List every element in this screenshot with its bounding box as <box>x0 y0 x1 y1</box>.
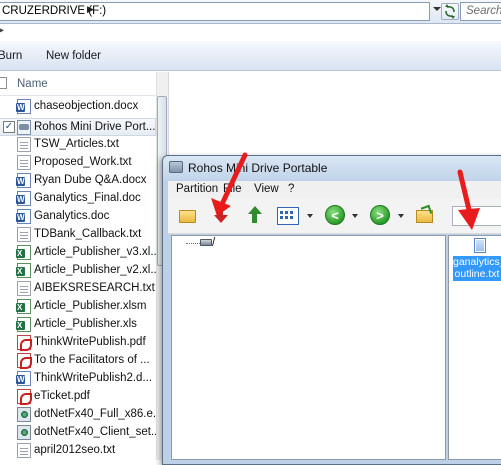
file-name: Rohos Mini Drive Port... <box>34 121 156 133</box>
text-file-icon[interactable] <box>474 238 486 253</box>
folder-refresh-icon[interactable] <box>415 206 433 224</box>
file-name: dotNetFx40_Full_x86.e... <box>34 408 163 420</box>
pdf-file-icon <box>17 389 32 405</box>
column-header[interactable]: Name <box>0 72 156 96</box>
file-row[interactable]: Ganalytics_Final.doc <box>0 190 156 208</box>
file-name: Article_Publisher.xls <box>34 318 137 330</box>
selected-file-label[interactable]: ganalytics_ outline.txt <box>453 256 501 281</box>
file-name: Article_Publisher.xlsm <box>34 300 147 312</box>
file-row[interactable]: Article_Publisher_v2.xl... <box>0 262 160 280</box>
excel-file-icon <box>16 245 31 260</box>
file-row[interactable]: dotNetFx40_Client_set... <box>0 424 161 442</box>
breadcrumb-chevron-icon[interactable]: ▶ <box>87 4 94 15</box>
file-row[interactable]: TDBank_Callback.txt <box>0 226 156 244</box>
text-file-icon <box>17 137 31 152</box>
file-name: april2012seo.txt <box>34 444 116 456</box>
burn-button[interactable]: Burn <box>0 50 22 62</box>
file-name: eTicket.pdf <box>34 390 90 402</box>
column-header-name[interactable]: Name <box>17 78 48 90</box>
forward-dropdown-icon[interactable] <box>398 214 404 218</box>
file-name: TSW_Articles.txt <box>34 138 119 150</box>
file-name: Proposed_Work.txt <box>34 156 132 168</box>
back-dropdown-icon[interactable] <box>352 214 358 218</box>
address-dropdown-icon[interactable] <box>433 7 441 11</box>
word-doc-icon <box>16 191 31 206</box>
file-row[interactable]: ThinkWritePublish.pdf <box>0 334 156 352</box>
file-name: Article_Publisher_v3.xl... <box>34 246 160 258</box>
file-name: Ryan Dube Q&A.docx <box>34 174 147 186</box>
file-row[interactable]: ThinkWritePublish2.d... <box>0 370 156 388</box>
file-name: ThinkWritePublish2.d... <box>34 372 153 384</box>
back-icon[interactable]: < <box>325 205 345 225</box>
search-input[interactable]: Search <box>460 2 501 21</box>
text-file-icon <box>17 227 31 242</box>
pdf-file-icon <box>17 335 32 351</box>
file-name: dotNetFx40_Client_set... <box>34 426 161 438</box>
file-name: chaseobjection.docx <box>34 100 139 112</box>
refresh-icon <box>445 4 455 19</box>
file-row[interactable]: april2012seo.txt <box>0 442 156 460</box>
excel-file-icon <box>16 317 31 332</box>
open-folder-icon[interactable] <box>178 206 196 224</box>
file-name: Ganalytics.doc <box>34 210 110 222</box>
text-file-icon <box>17 443 31 458</box>
row-checkbox[interactable]: ✓ <box>3 121 15 133</box>
menu-help[interactable]: ? <box>288 183 294 195</box>
word-doc-icon <box>16 209 31 224</box>
tree-root-node[interactable]: / <box>212 237 215 249</box>
file-name: To the Facilitators of ... <box>34 354 150 366</box>
file-row[interactable]: Article_Publisher.xls <box>0 316 156 334</box>
file-row[interactable]: Ryan Dube Q&A.docx <box>0 172 156 190</box>
file-row[interactable]: Article_Publisher_v3.xl... <box>0 244 160 262</box>
new-folder-button[interactable]: New folder <box>46 50 101 62</box>
word-doc-icon <box>16 173 31 188</box>
nav-strip: ▸ <box>0 25 501 40</box>
excel-file-icon <box>16 299 31 314</box>
nav-arrow-icon[interactable]: ▸ <box>0 25 4 36</box>
word-doc-icon <box>16 371 31 386</box>
word-doc-icon <box>16 99 31 114</box>
annotation-arrow-icon <box>211 152 248 216</box>
text-file-icon <box>17 155 31 170</box>
file-row[interactable]: To the Facilitators of ... <box>0 352 156 370</box>
tree-connector <box>186 243 200 244</box>
file-row[interactable]: Article_Publisher.xlsm <box>0 298 156 316</box>
file-name: ThinkWritePublish.pdf <box>34 336 146 348</box>
view-dropdown-icon[interactable] <box>307 214 313 218</box>
excel-file-icon <box>16 263 31 278</box>
drive-app-icon <box>169 161 183 173</box>
command-bar: Burn New folder <box>0 41 501 71</box>
installer-icon <box>17 425 31 440</box>
file-row[interactable]: AIBEKSRESEARCH.txt <box>0 280 156 298</box>
address-field[interactable]: CRUZERDRIVE (F:) ▶ <box>0 2 430 21</box>
file-row[interactable]: eTicket.pdf <box>0 388 156 406</box>
refresh-button[interactable] <box>441 3 459 20</box>
text-file-icon <box>17 281 31 296</box>
select-all-checkbox[interactable] <box>0 77 7 89</box>
forward-icon[interactable]: > <box>370 205 390 225</box>
app-icon <box>17 120 31 135</box>
file-row[interactable]: chaseobjection.docx <box>0 98 156 116</box>
annotation-arrow-icon <box>457 169 480 230</box>
installer-icon <box>17 407 31 422</box>
folder-tree-pane[interactable] <box>171 235 446 460</box>
view-mode-icon[interactable] <box>277 206 299 225</box>
file-name: TDBank_Callback.txt <box>34 228 142 240</box>
file-row-selected[interactable]: ✓ Rohos Mini Drive Port... <box>0 118 156 136</box>
file-name: Article_Publisher_v2.xl... <box>34 264 160 276</box>
file-row[interactable]: Proposed_Work.txt <box>0 154 156 172</box>
file-row[interactable]: dotNetFx40_Full_x86.e... <box>0 406 163 424</box>
search-placeholder: Search <box>466 5 501 17</box>
file-row[interactable]: Ganalytics.doc <box>0 208 156 226</box>
pane-divider[interactable] <box>168 72 169 160</box>
file-name: Ganalytics_Final.doc <box>34 192 141 204</box>
pdf-file-icon <box>17 353 32 369</box>
file-label-text: ganalytics_ outline.txt <box>453 256 501 280</box>
file-row[interactable]: TSW_Articles.txt <box>0 136 156 154</box>
drive-icon <box>200 239 212 246</box>
file-name: AIBEKSRESEARCH.txt <box>34 282 155 294</box>
